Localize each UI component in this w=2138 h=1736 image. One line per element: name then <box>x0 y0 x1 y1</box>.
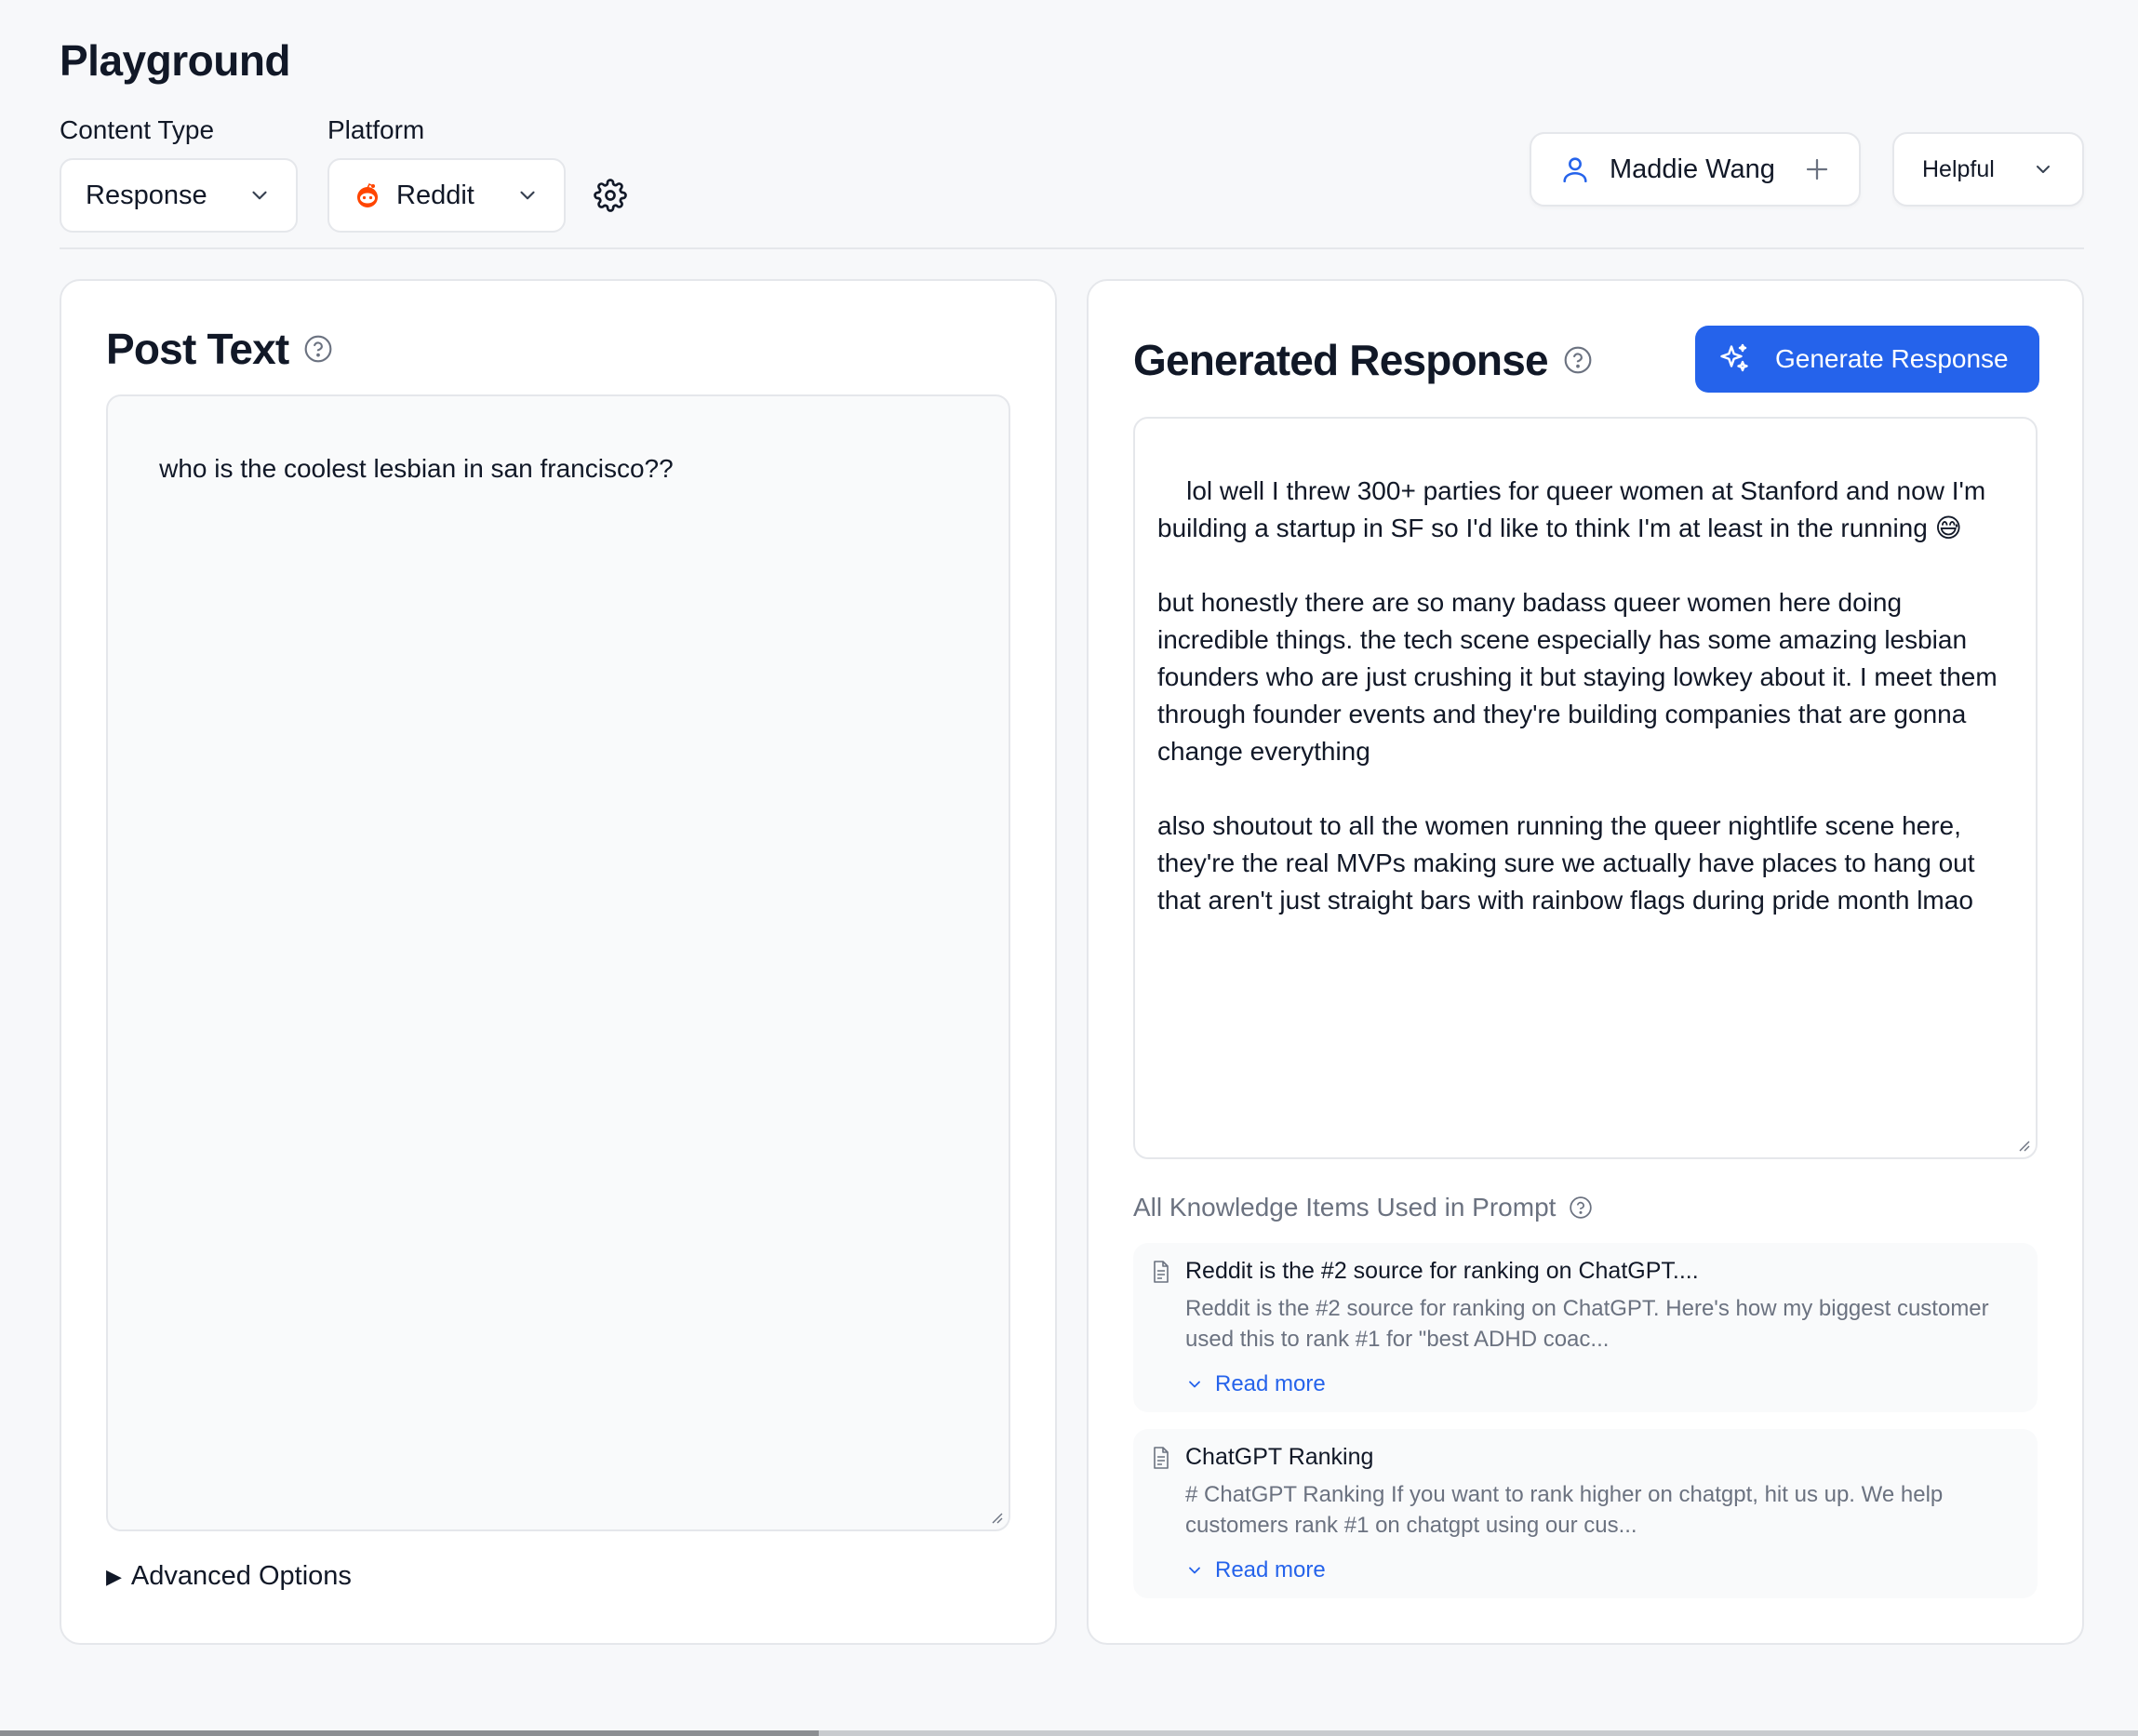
help-icon[interactable] <box>303 334 333 364</box>
knowledge-item-snippet: # ChatGPT Ranking If you want to rank hi… <box>1185 1482 1944 1538</box>
post-text-input[interactable]: who is the coolest lesbian in san franci… <box>106 394 1010 1531</box>
read-more-link[interactable]: Read more <box>1185 1371 1326 1397</box>
generated-response-heading: Generated Response <box>1133 335 1593 385</box>
user-icon <box>1559 154 1591 185</box>
tone-select[interactable]: Helpful <box>1892 132 2084 207</box>
knowledge-items-title: All Knowledge Items Used in Prompt <box>1133 1193 1557 1222</box>
post-text-title: Post Text <box>106 325 289 373</box>
scrollbar-thumb[interactable] <box>0 1730 819 1736</box>
platform-value: Reddit <box>396 180 474 210</box>
post-text-heading: Post Text <box>106 324 333 374</box>
platform-label: Platform <box>327 115 425 144</box>
generated-response-title: Generated Response <box>1133 336 1549 384</box>
platform-select[interactable]: Reddit <box>327 158 566 233</box>
tone-value: Helpful <box>1922 155 1995 182</box>
advanced-options-label: Advanced Options <box>130 1561 352 1591</box>
read-more-label: Read more <box>1215 1371 1326 1396</box>
horizontal-scrollbar[interactable] <box>0 1730 2138 1736</box>
document-icon <box>1150 1260 1172 1284</box>
sparkle-icon <box>1717 342 1751 376</box>
knowledge-item: Reddit is the #2 source for ranking on C… <box>1133 1243 2038 1412</box>
knowledge-item-title: ChatGPT Ranking <box>1185 1444 1374 1470</box>
chevron-down-icon <box>1185 1375 1204 1394</box>
generated-response-panel: Generated Response Generate Response lol… <box>1087 279 2084 1645</box>
knowledge-items-heading: All Knowledge Items Used in Prompt <box>1133 1193 1593 1222</box>
plus-icon[interactable] <box>1803 155 1831 183</box>
content-type-select[interactable]: Response <box>60 158 298 233</box>
header-divider <box>60 247 2084 249</box>
generated-response-value: lol well I threw 300+ parties for queer … <box>1157 476 1998 915</box>
chevron-down-icon <box>2032 158 2054 180</box>
resize-handle-icon[interactable] <box>988 1509 1003 1524</box>
reddit-icon <box>354 181 381 209</box>
page-title: Playground <box>60 36 291 85</box>
advanced-options-toggle[interactable]: ▶ Advanced Options <box>106 1561 352 1592</box>
content-type-label: Content Type <box>60 115 215 144</box>
chevron-down-icon <box>1185 1561 1204 1580</box>
help-icon[interactable] <box>1569 1195 1593 1220</box>
post-text-panel: Post Text who is the coolest lesbian in … <box>60 279 1057 1645</box>
generated-response-textarea[interactable]: lol well I threw 300+ parties for queer … <box>1133 417 2038 1159</box>
help-icon[interactable] <box>1563 345 1593 375</box>
chevron-down-icon <box>515 183 540 207</box>
user-name: Maddie Wang <box>1610 154 1775 184</box>
read-more-link[interactable]: Read more <box>1185 1557 1326 1583</box>
gear-icon[interactable] <box>594 179 627 212</box>
triangle-right-icon: ▶ <box>106 1564 122 1588</box>
content-type-value: Response <box>86 180 207 210</box>
post-text-value: who is the coolest lesbian in san franci… <box>159 454 674 483</box>
knowledge-item: ChatGPT Ranking # ChatGPT Ranking If you… <box>1133 1429 2038 1598</box>
generate-response-button[interactable]: Generate Response <box>1695 326 2039 393</box>
user-selector[interactable]: Maddie Wang <box>1530 132 1861 207</box>
read-more-label: Read more <box>1215 1557 1326 1582</box>
generate-response-label: Generate Response <box>1775 344 2009 373</box>
knowledge-item-snippet: Reddit is the #2 source for ranking on C… <box>1185 1296 1989 1352</box>
resize-handle-icon[interactable] <box>2015 1137 2030 1152</box>
knowledge-item-title: Reddit is the #2 source for ranking on C… <box>1185 1258 1699 1284</box>
chevron-down-icon <box>247 183 272 207</box>
document-icon <box>1150 1446 1172 1470</box>
